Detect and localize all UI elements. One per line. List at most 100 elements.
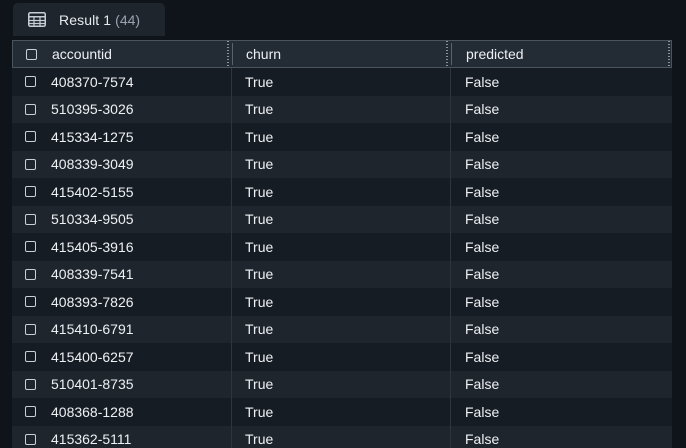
cell-text: False <box>465 431 500 448</box>
cell-accountid[interactable]: 510401-8735 <box>51 371 226 399</box>
cell-churn[interactable]: True <box>245 123 445 151</box>
header-select-all-cell <box>26 41 37 67</box>
cell-predicted[interactable]: False <box>465 233 655 261</box>
cell-predicted[interactable]: False <box>465 343 655 371</box>
row-checkbox[interactable] <box>25 296 36 308</box>
row-checkbox[interactable] <box>25 213 36 225</box>
row-select-cell <box>25 233 36 261</box>
cell-churn[interactable]: True <box>245 178 445 206</box>
cell-text: False <box>465 293 500 310</box>
cell-churn[interactable]: True <box>245 288 445 316</box>
row-checkbox[interactable] <box>25 241 36 253</box>
table-row[interactable]: 415410-6791 True False <box>12 315 686 344</box>
cell-accountid[interactable]: 415410-6791 <box>51 316 226 344</box>
column-header-label: churn <box>246 46 282 62</box>
cell-churn[interactable]: True <box>245 398 445 426</box>
cell-churn[interactable]: True <box>245 233 445 261</box>
cell-divider <box>231 95 232 123</box>
table-row[interactable]: 510334-9505 True False <box>12 205 686 234</box>
cell-accountid[interactable]: 408393-7826 <box>51 288 226 316</box>
table-row[interactable]: 408370-7574 True False <box>12 68 686 96</box>
cell-text: True <box>245 101 274 118</box>
table-row[interactable]: 408393-7826 True False <box>12 288 686 316</box>
cell-predicted[interactable]: False <box>465 151 655 179</box>
row-checkbox[interactable] <box>25 351 36 363</box>
cell-accountid[interactable]: 415400-6257 <box>51 343 226 371</box>
cell-text: 510395-3026 <box>51 101 134 118</box>
cell-accountid[interactable]: 510334-9505 <box>51 206 226 234</box>
tab-result-1[interactable]: Result 1 (44) <box>13 3 165 36</box>
row-checkbox[interactable] <box>25 76 36 88</box>
cell-churn[interactable]: True <box>245 371 445 399</box>
row-select-cell <box>25 68 36 96</box>
cell-predicted[interactable]: False <box>465 371 655 399</box>
cell-predicted[interactable]: False <box>465 123 655 151</box>
cell-predicted[interactable]: False <box>465 178 655 206</box>
cell-accountid[interactable]: 408339-7541 <box>51 261 226 289</box>
cell-accountid[interactable]: 415405-3916 <box>51 233 226 261</box>
cell-divider <box>450 315 451 343</box>
cell-accountid[interactable]: 510395-3026 <box>51 96 226 124</box>
cell-text: False <box>465 156 500 173</box>
table-row[interactable]: 408368-1288 True False <box>12 398 686 426</box>
cell-churn[interactable]: True <box>245 343 445 371</box>
table-row[interactable]: 415405-3916 True False <box>12 233 686 261</box>
cell-churn[interactable]: True <box>245 151 445 179</box>
vertical-scrollbar[interactable] <box>672 38 686 448</box>
cell-churn[interactable]: True <box>245 96 445 124</box>
cell-divider <box>450 398 451 426</box>
cell-predicted[interactable]: False <box>465 316 655 344</box>
row-checkbox[interactable] <box>25 186 36 198</box>
cell-churn[interactable]: True <box>245 261 445 289</box>
column-resize-handle[interactable] <box>668 41 670 67</box>
table-icon <box>28 12 46 27</box>
table-row[interactable]: 415400-6257 True False <box>12 343 686 371</box>
column-header-predicted[interactable]: predicted <box>466 41 656 67</box>
row-select-cell <box>25 426 36 448</box>
row-checkbox[interactable] <box>25 433 36 445</box>
cell-accountid[interactable]: 415402-5155 <box>51 178 226 206</box>
table-row[interactable]: 408339-7541 True False <box>12 260 686 289</box>
cell-predicted[interactable]: False <box>465 288 655 316</box>
row-select-cell <box>25 343 36 371</box>
select-all-checkbox[interactable] <box>26 48 37 60</box>
row-checkbox[interactable] <box>25 378 36 390</box>
cell-churn[interactable]: True <box>245 426 445 448</box>
cell-divider <box>450 205 451 233</box>
cell-predicted[interactable]: False <box>465 206 655 234</box>
table-row[interactable]: 415402-5155 True False <box>12 178 686 206</box>
cell-accountid[interactable]: 408368-1288 <box>51 398 226 426</box>
column-header-churn[interactable]: churn <box>246 41 446 67</box>
table-row[interactable]: 415334-1275 True False <box>12 123 686 151</box>
row-checkbox[interactable] <box>25 268 36 280</box>
cell-predicted[interactable]: False <box>465 68 655 96</box>
cell-predicted[interactable]: False <box>465 398 655 426</box>
row-checkbox[interactable] <box>25 131 36 143</box>
cell-accountid[interactable]: 408339-3049 <box>51 151 226 179</box>
cell-text: 510334-9505 <box>51 211 134 228</box>
table-row[interactable]: 510395-3026 True False <box>12 95 686 124</box>
column-resize-handle[interactable] <box>227 41 229 67</box>
cell-accountid[interactable]: 415362-5111 <box>51 426 226 448</box>
cell-accountid[interactable]: 408370-7574 <box>51 68 226 96</box>
grid-header: accountid churn predicted <box>12 40 672 68</box>
table-row[interactable]: 408339-3049 True False <box>12 150 686 179</box>
column-header-accountid[interactable]: accountid <box>52 41 227 67</box>
row-checkbox[interactable] <box>25 323 36 335</box>
cell-text: 408368-1288 <box>51 403 134 420</box>
cell-predicted[interactable]: False <box>465 261 655 289</box>
cell-churn[interactable]: True <box>245 206 445 234</box>
cell-churn[interactable]: True <box>245 316 445 344</box>
row-checkbox[interactable] <box>25 103 36 115</box>
cell-accountid[interactable]: 415334-1275 <box>51 123 226 151</box>
row-checkbox[interactable] <box>25 158 36 170</box>
cell-churn[interactable]: True <box>245 68 445 96</box>
cell-text: False <box>465 376 500 393</box>
table-row[interactable]: 415362-5111 True False <box>12 425 686 448</box>
column-resize-handle[interactable] <box>446 41 448 67</box>
row-select-cell <box>25 123 36 151</box>
cell-predicted[interactable]: False <box>465 96 655 124</box>
cell-predicted[interactable]: False <box>465 426 655 448</box>
row-checkbox[interactable] <box>25 406 36 418</box>
table-row[interactable]: 510401-8735 True False <box>12 370 686 399</box>
